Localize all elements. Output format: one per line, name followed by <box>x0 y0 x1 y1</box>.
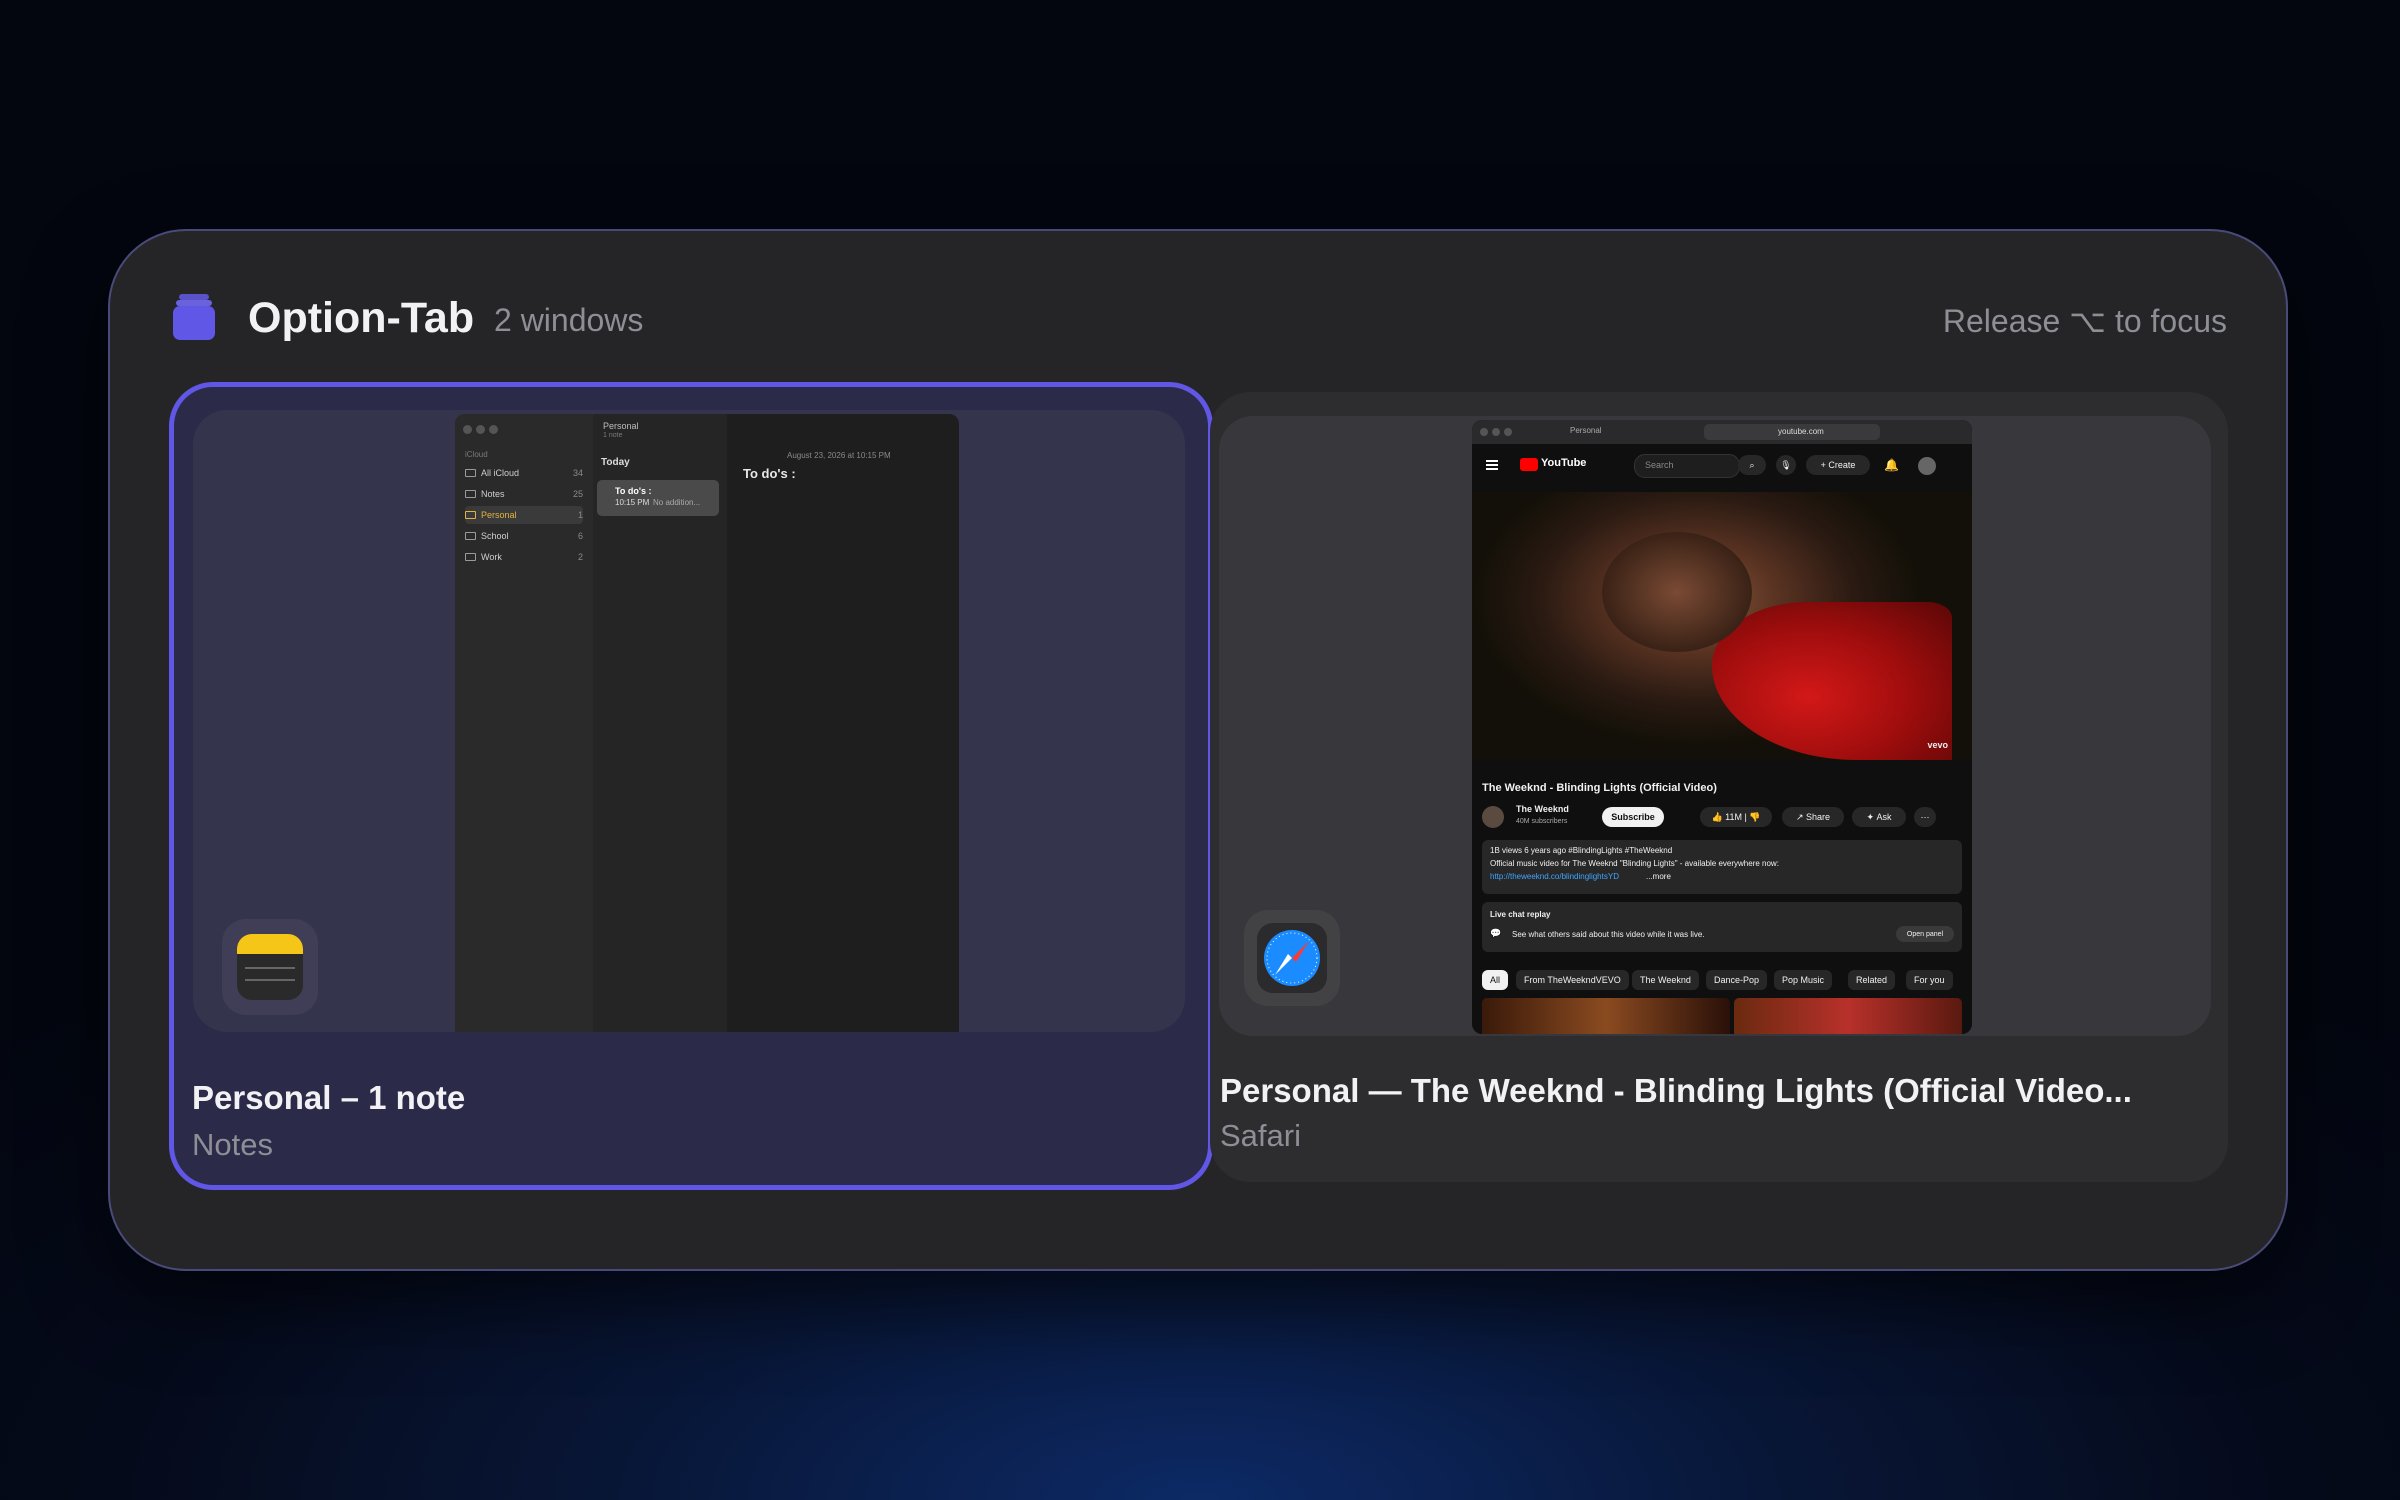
folder-row[interactable]: All iCloud 34 <box>465 464 583 482</box>
folder-row[interactable]: Notes 25 <box>465 485 583 503</box>
menu-icon[interactable] <box>1486 460 1498 462</box>
window-count: 2 windows <box>494 302 644 338</box>
notes-sidebar: iCloud All iCloud 34 Notes 25 Personal 1 Sc… <box>455 414 593 1032</box>
notifications-icon[interactable]: 🔔 <box>1884 458 1899 472</box>
notes-app-icon <box>237 934 303 1000</box>
safari-toolbar: Personal youtube.com <box>1472 420 1972 444</box>
related-video-thumbnail[interactable] <box>1734 998 1962 1034</box>
notes-list: Personal 1 note Today To do's : 10:15 PM… <box>593 414 728 1032</box>
window-title: Personal — The Weeknd - Blinding Lights … <box>1220 1072 2132 1109</box>
app-name: Safari <box>1220 1118 1301 1153</box>
youtube-wordmark: YouTube <box>1541 457 1587 469</box>
address-bar[interactable]: youtube.com <box>1704 424 1880 440</box>
folder-row[interactable]: School 6 <box>465 527 583 545</box>
window-title: Personal – 1 note <box>192 1079 466 1116</box>
notes-window-thumbnail: iCloud All iCloud 34 Notes 25 Personal 1 Sc… <box>455 414 959 1032</box>
related-video-thumbnail[interactable] <box>1482 998 1730 1034</box>
channel-avatar[interactable] <box>1482 806 1504 828</box>
window-card-safari[interactable]: Personal youtube.com YouTube Search ⌕ 🎙 … <box>1210 392 2228 1182</box>
filter-chip[interactable]: From TheWeekndVEVO <box>1516 970 1629 990</box>
profile-label[interactable]: Personal <box>1570 426 1602 435</box>
notes-app-badge <box>222 919 318 1015</box>
filter-chip[interactable]: The Weeknd <box>1632 970 1699 990</box>
filter-chip[interactable]: Dance-Pop <box>1706 970 1768 990</box>
filter-chip[interactable]: All <box>1482 970 1509 990</box>
note-editor: August 23, 2026 at 10:15 PM To do's : <box>727 414 959 1032</box>
chat-icon: 💬 <box>1490 928 1502 938</box>
description-box[interactable]: 1B views 6 years ago #BlindingLights #Th… <box>1482 840 1962 894</box>
avatar[interactable] <box>1918 457 1936 475</box>
sidebar-group-label: iCloud <box>465 450 488 459</box>
video-player[interactable]: vevo <box>1472 492 1972 760</box>
note-row-selected[interactable]: To do's : 10:15 PM No addition... <box>597 480 719 516</box>
window-card-notes[interactable]: iCloud All iCloud 34 Notes 25 Personal 1 Sc… <box>169 382 1213 1190</box>
ask-button[interactable]: ✦ Ask <box>1852 807 1906 827</box>
subscribe-button[interactable]: Subscribe <box>1602 807 1664 827</box>
search-input[interactable]: Search <box>1634 454 1740 478</box>
like-button[interactable]: 👍 11M | 👎 <box>1700 807 1772 827</box>
share-button[interactable]: ↗ Share <box>1782 807 1844 827</box>
filter-chip[interactable]: Related <box>1848 970 1896 990</box>
window-preview-safari: Personal youtube.com YouTube Search ⌕ 🎙 … <box>1219 416 2211 1036</box>
window-preview-notes: iCloud All iCloud 34 Notes 25 Personal 1 Sc… <box>193 410 1185 1032</box>
safari-app-badge <box>1244 910 1340 1006</box>
subscriber-count: 40M subscribers <box>1516 818 1568 825</box>
live-chat-replay: Live chat replay 💬 See what others said … <box>1482 902 1962 952</box>
filter-chip[interactable]: Pop Music <box>1774 970 1833 990</box>
folder-row[interactable]: Work 2 <box>465 548 583 566</box>
microphone-icon[interactable]: 🎙 <box>1776 455 1796 475</box>
video-title: The Weeknd - Blinding Lights (Official V… <box>1482 782 1717 794</box>
safari-window-thumbnail: Personal youtube.com YouTube Search ⌕ 🎙 … <box>1472 420 1972 1034</box>
channel-name[interactable]: The Weeknd <box>1516 804 1569 814</box>
safari-app-icon <box>1257 923 1327 993</box>
app-name: Notes <box>192 1127 273 1162</box>
more-options-icon[interactable]: ⋯ <box>1914 807 1936 827</box>
switcher-title: Option-Tab <box>248 294 475 342</box>
search-icon[interactable]: ⌕ <box>1738 455 1766 475</box>
focus-hint: Release ⌥ to focus <box>1942 303 2227 339</box>
vevo-watermark: vevo <box>1927 740 1948 750</box>
open-panel-button[interactable]: Open panel <box>1896 926 1954 942</box>
filter-chip[interactable]: For you <box>1906 970 1953 990</box>
youtube-logo-icon[interactable] <box>1520 458 1538 471</box>
youtube-header: YouTube Search ⌕ 🎙 + Create 🔔 <box>1472 444 1972 490</box>
folder-row-active[interactable]: Personal 1 <box>465 506 583 524</box>
stack-icon <box>173 294 215 340</box>
create-button[interactable]: + Create <box>1806 455 1870 475</box>
